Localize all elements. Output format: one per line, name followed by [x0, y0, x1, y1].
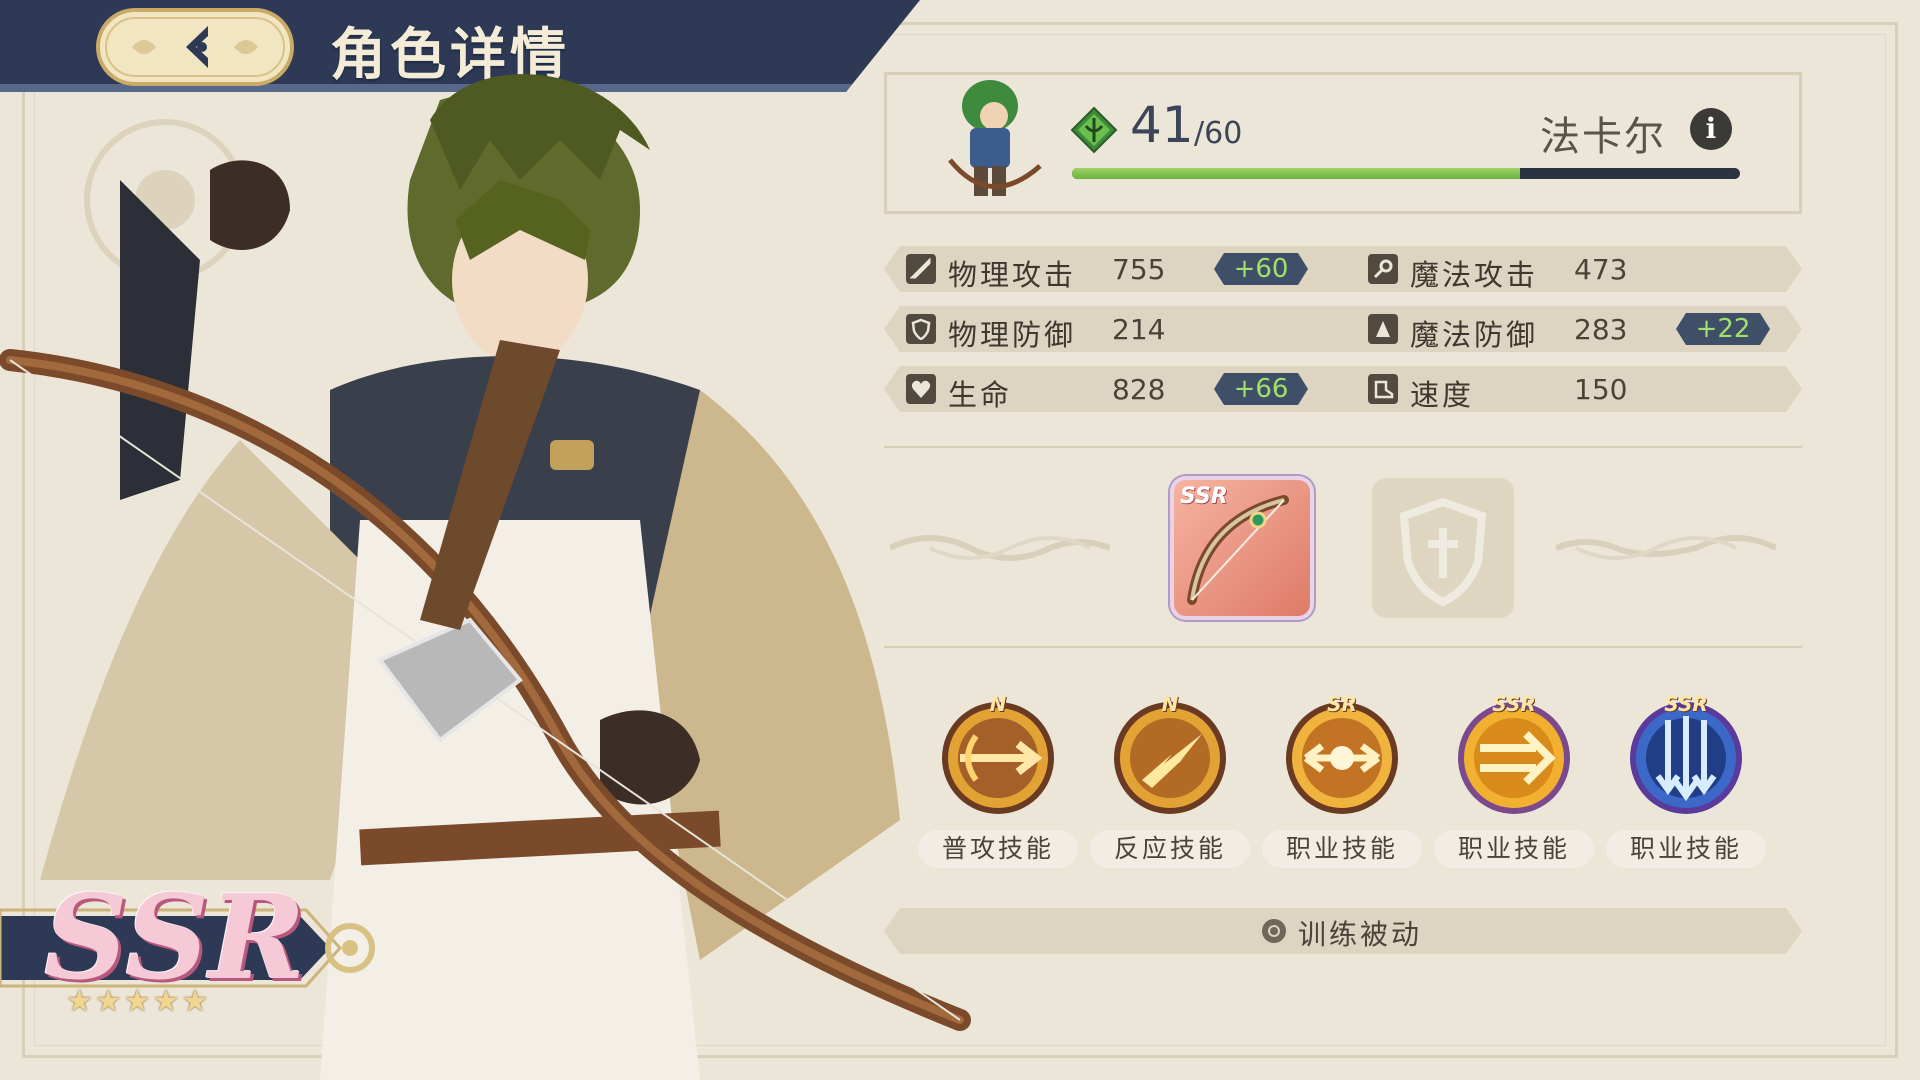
- training-passive-button[interactable]: 训练被动: [884, 908, 1802, 954]
- arrow-strike-icon: [942, 702, 1054, 814]
- stat-magic-defense: 魔法防御 283 +22: [1346, 306, 1802, 352]
- empty-shield-slot-icon: [1399, 497, 1487, 607]
- stat-value: 828: [1112, 373, 1166, 406]
- stat-speed: 速度 150: [1346, 366, 1802, 412]
- wand-icon: [1368, 254, 1398, 284]
- stat-value: 755: [1112, 253, 1166, 286]
- double-arrow-icon: [1458, 702, 1570, 814]
- lightning-burst-icon: [1114, 702, 1226, 814]
- arrow-rain-icon: [1630, 702, 1742, 814]
- character-sprite: [948, 80, 1042, 196]
- search-icon: [1262, 919, 1286, 943]
- training-passive-label: 训练被动: [1298, 918, 1423, 951]
- skill-reaction[interactable]: N 反应技能: [1088, 692, 1250, 872]
- bow-icon: [1187, 495, 1289, 605]
- ornament-left: [890, 535, 1110, 561]
- stat-bonus: +66: [1214, 373, 1308, 405]
- skill-class-2[interactable]: SSR 职业技能: [1432, 692, 1594, 872]
- stat-row-attack: 物理攻击 755 +60 魔法攻击 473: [884, 246, 1802, 292]
- class-archer-icon: [1070, 106, 1118, 154]
- stat-label: 生命: [948, 378, 1013, 412]
- stat-bonus: +60: [1214, 253, 1308, 285]
- sword-icon: [906, 254, 936, 284]
- weapon-slot[interactable]: SSR: [1174, 480, 1310, 616]
- skill-rank: SSR: [1492, 692, 1536, 716]
- level-max: /60: [1194, 116, 1243, 151]
- stat-label: 魔法攻击: [1410, 258, 1539, 292]
- stat-hp: 生命 828 +66: [884, 366, 1344, 412]
- magic-shield-icon: [1368, 314, 1398, 344]
- stat-label: 物理防御: [948, 318, 1077, 352]
- stat-bonus: +22: [1676, 313, 1770, 345]
- armor-slot[interactable]: [1372, 478, 1514, 618]
- stat-value: 283: [1574, 313, 1628, 346]
- divider: [884, 446, 1802, 448]
- skill-class-1[interactable]: SR 职业技能: [1260, 692, 1422, 872]
- info-icon[interactable]: i: [1690, 108, 1732, 150]
- stat-physical-defense: 物理防御 214: [884, 306, 1344, 352]
- stat-physical-attack: 物理攻击 755 +60: [884, 246, 1344, 292]
- skill-name: 职业技能: [1262, 830, 1422, 868]
- skill-rank: N: [989, 692, 1007, 716]
- skill-name: 职业技能: [1434, 830, 1594, 868]
- stat-label: 魔法防御: [1410, 318, 1539, 352]
- stat-value: 473: [1574, 253, 1628, 286]
- skill-rank: SSR: [1664, 692, 1708, 716]
- character-name: 法卡尔: [1540, 114, 1666, 160]
- xp-progress-fill: [1072, 168, 1520, 179]
- stat-row-vitality: 生命 828 +66 速度 150: [884, 366, 1802, 412]
- shield-icon: [906, 314, 936, 344]
- divider: [884, 646, 1802, 648]
- ornament-right: [1556, 535, 1776, 560]
- stat-label: 速度: [1410, 378, 1475, 412]
- stat-magic-attack: 魔法攻击 473: [1346, 246, 1802, 292]
- stat-label: 物理攻击: [948, 258, 1077, 292]
- star-rating: ★★★★★: [66, 984, 211, 1019]
- stat-value: 150: [1574, 373, 1628, 406]
- cross-arrows-icon: [1286, 702, 1398, 814]
- skill-rank: SR: [1327, 692, 1357, 716]
- skill-name: 普攻技能: [918, 830, 1078, 868]
- heart-icon: [906, 374, 936, 404]
- level-value: 41: [1130, 96, 1194, 154]
- skill-class-3[interactable]: SSR 职业技能: [1604, 692, 1766, 872]
- skill-basic-attack[interactable]: N 普攻技能: [916, 692, 1078, 872]
- skill-rank: N: [1161, 692, 1179, 716]
- boot-icon: [1368, 374, 1398, 404]
- stat-row-defense: 物理防御 214 魔法防御 283 +22: [884, 306, 1802, 352]
- skill-name: 反应技能: [1090, 830, 1250, 868]
- xp-progress-bar: [1072, 168, 1740, 179]
- stat-value: 214: [1112, 313, 1166, 346]
- skill-name: 职业技能: [1606, 830, 1766, 868]
